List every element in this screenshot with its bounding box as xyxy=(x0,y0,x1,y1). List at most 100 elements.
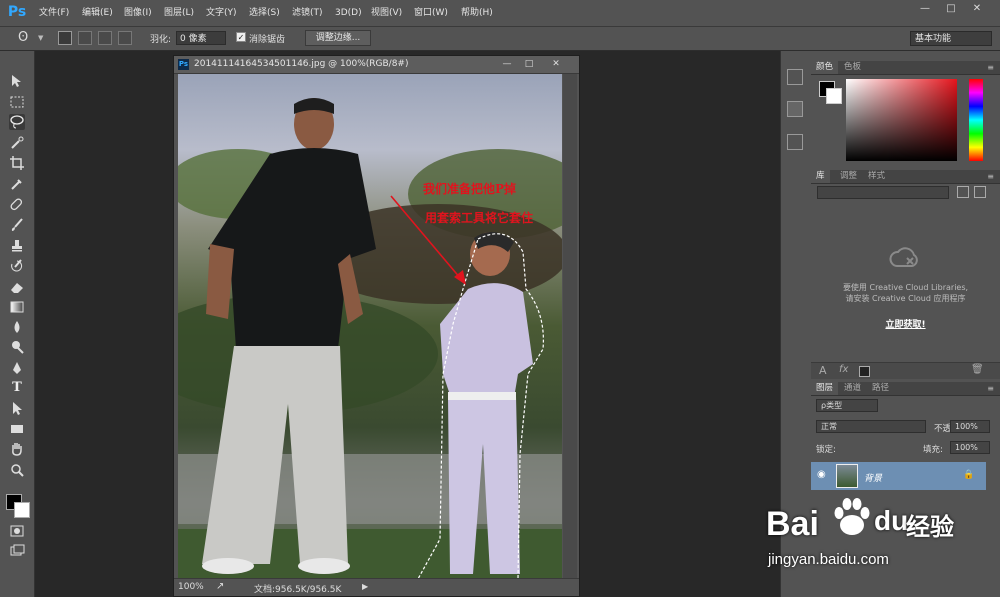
menu-help[interactable]: 帮助(H) xyxy=(461,0,493,26)
document-status-bar: 100% ↗ 文档:956.5K/956.5K ▶ xyxy=(174,578,579,596)
menu-window[interactable]: 窗口(W) xyxy=(414,0,448,26)
panel-menu-icon[interactable]: ≡ xyxy=(987,170,994,183)
background-color-swatch[interactable] xyxy=(14,502,30,518)
new-selection-icon[interactable] xyxy=(58,31,72,45)
marquee-tool-icon[interactable] xyxy=(9,94,25,110)
zoom-level[interactable]: 100% xyxy=(178,582,204,592)
fx-icon[interactable]: fx xyxy=(839,364,848,375)
menu-file[interactable]: 文件(F) xyxy=(39,0,69,26)
workspace-select[interactable]: 基本功能 xyxy=(910,31,992,46)
panel-menu-icon[interactable]: ≡ xyxy=(987,382,994,395)
history-brush-tool-icon[interactable] xyxy=(9,258,25,274)
eyedropper-tool-icon[interactable] xyxy=(9,176,25,192)
document-titlebar[interactable]: Ps 20141114164534501146.jpg @ 100%(RGB/8… xyxy=(174,56,579,74)
crop-tool-icon[interactable] xyxy=(9,155,25,171)
eye-icon[interactable]: ◉ xyxy=(817,469,826,480)
doc-close-button[interactable]: ✕ xyxy=(541,57,571,71)
bg-color-swatch[interactable] xyxy=(826,88,842,104)
menu-select[interactable]: 选择(S) xyxy=(249,0,280,26)
document-info: 文档:956.5K/956.5K xyxy=(254,585,342,595)
color-square-icon[interactable] xyxy=(859,366,870,377)
menu-3d[interactable]: 3D(D) xyxy=(335,0,362,26)
lock-label: 锁定: xyxy=(816,445,836,455)
fill-label: 填充: xyxy=(923,445,943,455)
tab-channels[interactable]: 通道 xyxy=(839,382,866,395)
hand-tool-icon[interactable] xyxy=(9,441,25,457)
library-select[interactable] xyxy=(817,186,949,199)
eraser-tool-icon[interactable] xyxy=(9,279,25,295)
blend-mode-select[interactable]: 正常 xyxy=(816,420,926,433)
tab-swatches[interactable]: 色板 xyxy=(839,61,866,74)
minimize-button[interactable]: — xyxy=(912,0,938,18)
tab-adjustments[interactable]: 调整 xyxy=(835,170,862,183)
layer-name[interactable]: 背景 xyxy=(864,471,882,484)
baidu-jingyan-watermark: Bai du 经验 jingyan.baidu.com xyxy=(766,487,966,577)
panel-menu-icon[interactable]: ≡ xyxy=(987,61,994,74)
rectangle-tool-icon[interactable] xyxy=(9,421,25,437)
annotation-text-1: 我们准备把他P掉 xyxy=(423,181,516,196)
actions-panel-icon[interactable] xyxy=(787,101,803,117)
menu-edit[interactable]: 编辑(E) xyxy=(82,0,113,26)
layer-thumbnail xyxy=(836,464,858,488)
library-get-link[interactable]: 立即获取! xyxy=(811,317,1000,330)
doc-minimize-button[interactable]: — xyxy=(496,57,518,71)
tab-layers[interactable]: 图层 xyxy=(811,382,839,395)
stamp-tool-icon[interactable] xyxy=(9,238,25,254)
feather-input[interactable]: 0 像素 xyxy=(176,31,226,45)
subtract-selection-icon[interactable] xyxy=(98,31,112,45)
grid-view-icon[interactable] xyxy=(957,186,969,198)
play-arrow-icon[interactable]: ▶ xyxy=(362,582,368,591)
menu-layer[interactable]: 图层(L) xyxy=(164,0,194,26)
export-icon[interactable]: ↗ xyxy=(216,581,224,592)
pen-tool-icon[interactable] xyxy=(9,360,25,376)
properties-panel-icon[interactable] xyxy=(787,134,803,150)
intersect-selection-icon[interactable] xyxy=(118,31,132,45)
refine-edge-button[interactable]: 调整边缘... xyxy=(305,30,371,46)
screen-mode-icon[interactable] xyxy=(9,543,25,559)
dodge-tool-icon[interactable] xyxy=(9,339,25,355)
tab-library[interactable]: 库 xyxy=(811,170,830,183)
layer-filter-select[interactable]: ρ类型 xyxy=(816,399,878,412)
layers-panel-tabs: 图层 通道 路径 ≡ xyxy=(811,382,1000,396)
menu-image[interactable]: 图像(I) xyxy=(124,0,152,26)
text-style-icon[interactable]: A xyxy=(819,364,827,377)
healing-brush-tool-icon[interactable] xyxy=(9,197,25,213)
history-panel-icon[interactable] xyxy=(787,69,803,85)
menu-view[interactable]: 视图(V) xyxy=(371,0,402,26)
layer-row-background[interactable]: ◉ 背景 🔒 xyxy=(811,462,986,490)
blur-tool-icon[interactable] xyxy=(9,319,25,335)
move-tool-icon[interactable] xyxy=(9,73,25,89)
lasso-preset-icon[interactable]: ʘ xyxy=(18,30,28,45)
maximize-button[interactable]: □ xyxy=(938,0,964,18)
chevron-down-icon[interactable]: ▼ xyxy=(38,34,43,42)
color-picker-field[interactable] xyxy=(846,79,957,161)
type-tool-icon[interactable]: T xyxy=(9,380,25,396)
menu-type[interactable]: 文字(Y) xyxy=(206,0,237,26)
document-scrollbar[interactable] xyxy=(563,74,577,578)
lasso-tool-icon[interactable] xyxy=(9,114,25,130)
library-footer: A fx 🗑 xyxy=(811,362,1000,379)
doc-maximize-button[interactable]: □ xyxy=(518,57,540,71)
tab-styles[interactable]: 样式 xyxy=(863,170,890,183)
opacity-input[interactable]: 100% xyxy=(950,420,990,433)
hue-slider[interactable] xyxy=(969,79,983,161)
zoom-tool-icon[interactable] xyxy=(9,462,25,478)
antialias-checkbox[interactable]: ✓ xyxy=(236,32,246,42)
quick-select-tool-icon[interactable] xyxy=(9,135,25,151)
trash-icon[interactable]: 🗑 xyxy=(971,364,984,375)
watermark-brand: Bai xyxy=(766,505,819,543)
brush-tool-icon[interactable] xyxy=(9,217,25,233)
list-view-icon[interactable] xyxy=(974,186,986,198)
path-select-tool-icon[interactable] xyxy=(9,400,25,416)
fill-input[interactable]: 100% xyxy=(950,441,990,454)
document-canvas[interactable]: 我们准备把他P掉 用套索工具将它套住 xyxy=(178,74,562,579)
library-message: 要使用 Creative Cloud Libraries, xyxy=(842,283,969,292)
quick-mask-icon[interactable] xyxy=(9,523,25,539)
tab-paths[interactable]: 路径 xyxy=(867,382,894,395)
gradient-tool-icon[interactable] xyxy=(9,299,25,315)
close-button[interactable]: ✕ xyxy=(964,0,990,18)
tab-color[interactable]: 颜色 xyxy=(811,61,839,74)
add-selection-icon[interactable] xyxy=(78,31,92,45)
menu-filter[interactable]: 滤镜(T) xyxy=(292,0,323,26)
photoshop-logo: Ps xyxy=(7,4,27,20)
